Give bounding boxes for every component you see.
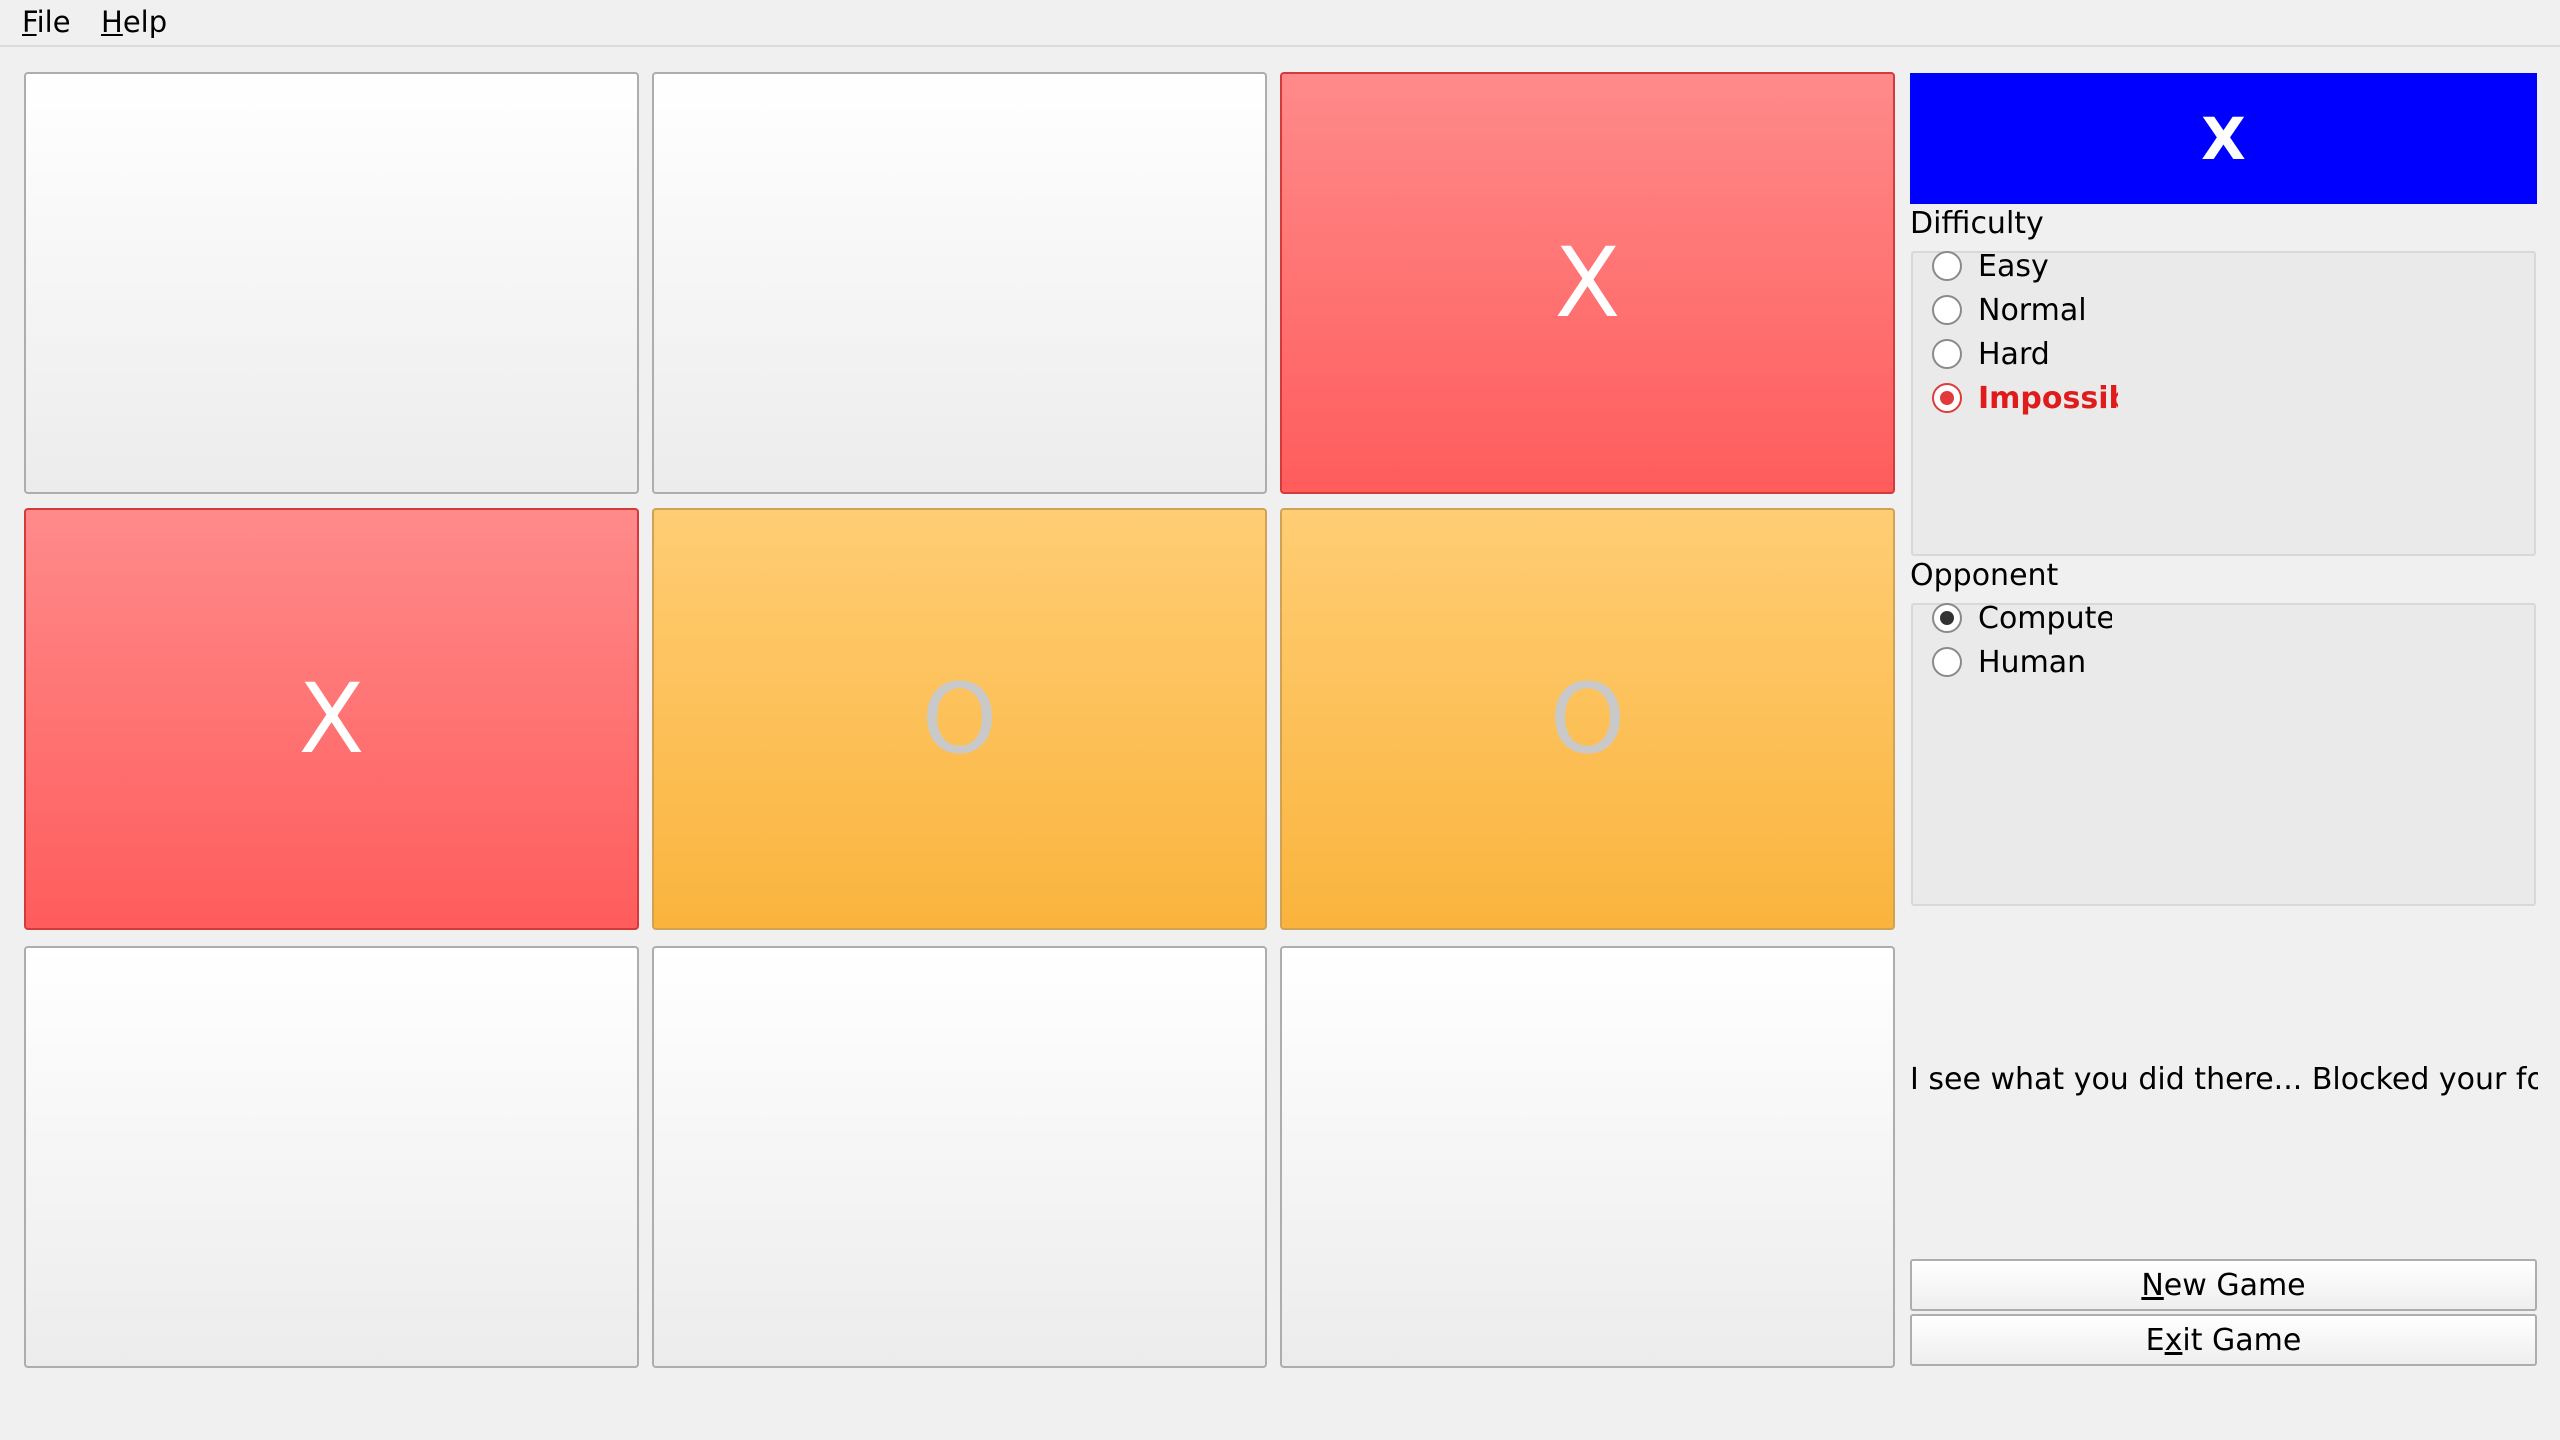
difficulty-title: Difficulty: [1910, 206, 2044, 241]
opponent-human[interactable]: Human: [1932, 642, 2086, 682]
radio-human[interactable]: [1932, 647, 1962, 677]
difficulty-hard[interactable]: Hard: [1932, 334, 2050, 374]
status-message: I see what you did there... Blocked your…: [1910, 1062, 2538, 1097]
radio-easy[interactable]: [1932, 251, 1962, 281]
menu-file[interactable]: File: [22, 4, 71, 40]
radio-label-impossible: Impossibl: [1978, 380, 2118, 416]
board-cell-0-1[interactable]: [652, 72, 1267, 494]
radio-label-computer: Computer: [1978, 600, 2112, 636]
board-cell-1-2[interactable]: O: [1280, 508, 1895, 930]
radio-selected-dot: [1940, 611, 1954, 625]
radio-label-normal: Normal: [1978, 292, 2087, 328]
difficulty-impossible[interactable]: Impossibl: [1932, 378, 2118, 418]
radio-computer[interactable]: [1932, 603, 1962, 633]
radio-label-easy: Easy: [1978, 248, 2049, 284]
opponent-computer[interactable]: Computer: [1932, 598, 2112, 638]
board-cell-1-1[interactable]: O: [652, 508, 1267, 930]
board-cell-2-2[interactable]: [1280, 946, 1895, 1368]
radio-selected-dot: [1940, 391, 1954, 405]
radio-normal[interactable]: [1932, 295, 1962, 325]
difficulty-easy[interactable]: Easy: [1932, 246, 2049, 286]
board-cell-2-1[interactable]: [652, 946, 1267, 1368]
board-cell-0-0[interactable]: [24, 72, 639, 494]
board-cell-2-0[interactable]: [24, 946, 639, 1368]
turn-indicator: X: [1910, 73, 2537, 204]
board-cell-0-2[interactable]: X: [1280, 72, 1895, 494]
radio-hard[interactable]: [1932, 339, 1962, 369]
menu-help[interactable]: Help: [101, 4, 167, 40]
new-game-button[interactable]: New Game: [1910, 1259, 2537, 1311]
radio-label-human: Human: [1978, 644, 2087, 680]
radio-label-hard: Hard: [1978, 336, 2050, 372]
opponent-title: Opponent: [1910, 558, 2059, 593]
exit-game-button[interactable]: Ex it Game: [1910, 1314, 2537, 1366]
radio-impossible[interactable]: [1932, 383, 1962, 413]
board-cell-1-0[interactable]: X: [24, 508, 639, 930]
difficulty-normal[interactable]: Normal: [1932, 290, 2087, 330]
menu-bar: File Help: [0, 0, 2560, 47]
